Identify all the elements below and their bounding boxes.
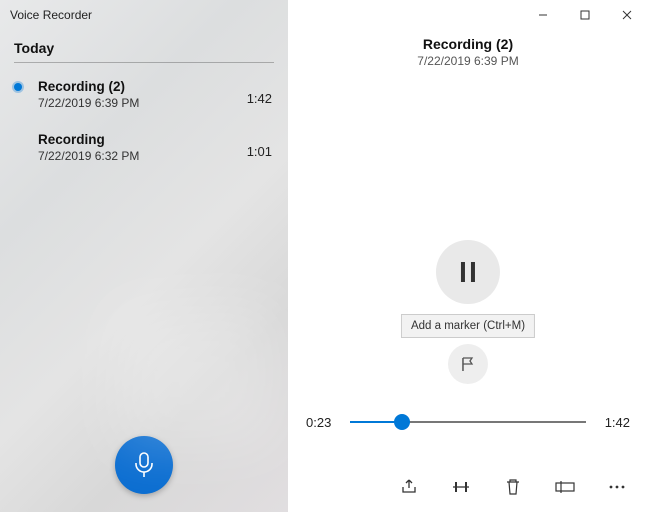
recording-duration: 1:01 xyxy=(247,144,272,159)
more-button[interactable] xyxy=(606,476,628,498)
playback-duration: 1:42 xyxy=(596,415,630,430)
add-marker-button[interactable] xyxy=(448,344,488,384)
rename-icon xyxy=(555,480,575,494)
playback-controls: Add a marker (Ctrl+M) xyxy=(401,240,535,384)
record-button[interactable] xyxy=(115,436,173,494)
app-window: Voice Recorder Today Recording (2) 7/22/… xyxy=(0,0,648,512)
recording-timestamp: 7/22/2019 6:32 PM xyxy=(38,149,274,163)
microphone-icon xyxy=(133,452,155,478)
section-header-today: Today xyxy=(0,26,288,62)
recording-name: Recording (2) xyxy=(38,79,274,94)
marker-tooltip: Add a marker (Ctrl+M) xyxy=(401,314,535,338)
trim-icon xyxy=(451,479,471,495)
main-panel: Recording (2) 7/22/2019 6:39 PM Add a ma… xyxy=(288,0,648,512)
trim-button[interactable] xyxy=(450,476,472,498)
app-title: Voice Recorder xyxy=(0,0,288,26)
rename-button[interactable] xyxy=(554,476,576,498)
maximize-button[interactable] xyxy=(564,1,606,29)
action-bar xyxy=(398,476,628,498)
seek-slider[interactable] xyxy=(350,412,586,432)
minimize-button[interactable] xyxy=(522,1,564,29)
playback-timestamp: 7/22/2019 6:39 PM xyxy=(288,54,648,68)
share-button[interactable] xyxy=(398,476,420,498)
pause-button[interactable] xyxy=(436,240,500,304)
divider xyxy=(14,62,274,63)
recording-list: Recording (2) 7/22/2019 6:39 PM 1:42 Rec… xyxy=(0,69,288,512)
flag-icon xyxy=(460,356,476,372)
playback-position: 0:23 xyxy=(306,415,340,430)
recording-list-item[interactable]: Recording 7/22/2019 6:32 PM 1:01 xyxy=(0,122,288,175)
seek-thumb[interactable] xyxy=(394,414,410,430)
more-icon xyxy=(608,484,626,490)
window-titlebar xyxy=(288,0,648,30)
delete-button[interactable] xyxy=(502,476,524,498)
playback-header: Recording (2) 7/22/2019 6:39 PM xyxy=(288,36,648,68)
recording-list-item[interactable]: Recording (2) 7/22/2019 6:39 PM 1:42 xyxy=(0,69,288,122)
recording-timestamp: 7/22/2019 6:39 PM xyxy=(38,96,274,110)
trash-icon xyxy=(505,478,521,496)
recording-name: Recording xyxy=(38,132,274,147)
recording-duration: 1:42 xyxy=(247,91,272,106)
playback-title: Recording (2) xyxy=(288,36,648,52)
sidebar: Voice Recorder Today Recording (2) 7/22/… xyxy=(0,0,288,512)
share-icon xyxy=(400,478,418,496)
playback-timeline: 0:23 1:42 xyxy=(306,412,630,432)
pause-icon xyxy=(459,260,477,284)
close-button[interactable] xyxy=(606,1,648,29)
